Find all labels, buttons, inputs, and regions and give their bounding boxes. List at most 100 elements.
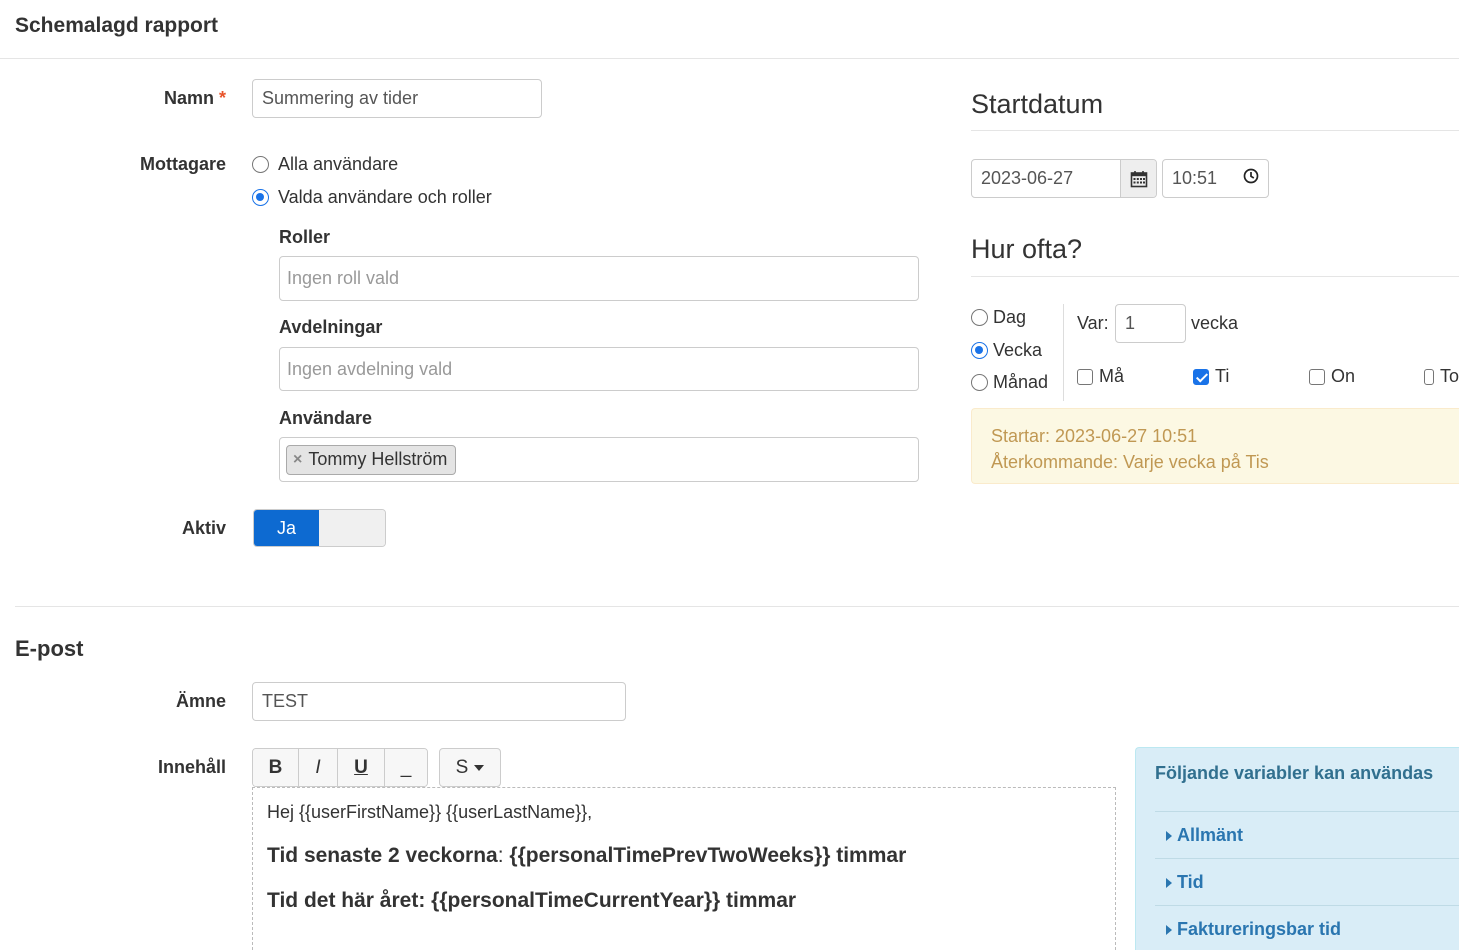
- frequency-divider: [971, 276, 1459, 277]
- weekday-wed[interactable]: On: [1309, 366, 1355, 387]
- freq-option-week[interactable]: Vecka: [971, 340, 1042, 361]
- format-toolbar: B I U _: [252, 748, 428, 787]
- variables-divider: [1155, 905, 1459, 906]
- strikethrough-button[interactable]: _: [385, 749, 427, 786]
- summary-recurring: Återkommande: Varje vecka på Tis: [991, 452, 1269, 472]
- variables-group-billable-label: Faktureringsbar tid: [1177, 919, 1342, 939]
- recipient-all-text: Alla användare: [278, 154, 399, 174]
- roles-label: Roller: [279, 227, 331, 247]
- start-time-input[interactable]: 10:51: [1162, 159, 1269, 198]
- weekday-thu-checkbox[interactable]: [1424, 368, 1434, 385]
- header-divider: [0, 58, 1459, 59]
- departments-placeholder: Ingen avdelning vald: [287, 358, 453, 379]
- variables-divider: [1155, 858, 1459, 859]
- recipient-selected-option[interactable]: Valda användare och roller: [252, 187, 492, 208]
- caret-down-icon: [474, 764, 485, 771]
- variables-title: Följande variabler kan användas: [1155, 763, 1434, 783]
- name-input[interactable]: Summering av tider: [252, 79, 542, 118]
- variables-group-time[interactable]: Tid: [1166, 872, 1204, 893]
- style-dropdown-button[interactable]: S: [439, 748, 501, 787]
- roles-placeholder: Ingen roll vald: [287, 268, 400, 288]
- freq-option-month[interactable]: Månad: [971, 372, 1048, 393]
- name-input-value: Summering av tider: [262, 88, 419, 108]
- freq-day-text: Dag: [993, 307, 1027, 327]
- roles-select[interactable]: Ingen roll vald: [279, 256, 919, 301]
- content-editor[interactable]: Hej {{userFirstName}} {{userLastName}}, …: [252, 787, 1116, 950]
- weekday-tue[interactable]: Ti: [1193, 366, 1229, 387]
- every-label: Var:: [1077, 313, 1109, 333]
- editor-line-2: Tid det här året: {{personalTimeCurrentY…: [267, 889, 797, 912]
- caret-right-icon: [1166, 877, 1172, 888]
- user-tag: × Tommy Hellström: [286, 444, 457, 475]
- frequency-separator: [1063, 304, 1064, 401]
- active-label: Aktiv: [181, 518, 226, 538]
- underline-button[interactable]: U: [338, 749, 385, 786]
- schedule-summary: Startar: 2023-06-27 10:51 Återkommande: …: [971, 408, 1459, 484]
- remove-tag-icon[interactable]: ×: [293, 451, 302, 469]
- freq-day-radio[interactable]: [971, 309, 988, 326]
- editor-line-1-value: {{personalTimePrevTwoWeeks}} timmar: [509, 844, 907, 867]
- user-tag-label: Tommy Hellström: [308, 449, 448, 469]
- variables-group-time-label: Tid: [1177, 872, 1204, 892]
- subject-value: TEST: [262, 691, 309, 711]
- subject-label: Ämne: [175, 691, 226, 711]
- summary-start: Startar: 2023-06-27 10:51: [991, 426, 1198, 446]
- weekday-tue-checkbox[interactable]: [1193, 368, 1209, 385]
- weekday-thu[interactable]: To: [1424, 366, 1459, 387]
- every-value: 1: [1125, 313, 1136, 333]
- weekday-wed-checkbox[interactable]: [1309, 368, 1325, 385]
- page-title: Schemalagd rapport: [15, 14, 219, 37]
- recipient-selected-radio[interactable]: [252, 189, 269, 206]
- section-divider: [15, 606, 1459, 607]
- freq-week-text: Vecka: [993, 340, 1043, 360]
- email-section-title: E-post: [15, 636, 84, 661]
- freq-month-text: Månad: [993, 372, 1049, 392]
- editor-line-1-colon: :: [497, 844, 504, 867]
- start-time-value: 10:51: [1172, 168, 1218, 188]
- caret-right-icon: [1166, 830, 1172, 841]
- users-label: Användare: [279, 408, 373, 428]
- subject-input[interactable]: TEST: [252, 682, 626, 721]
- recipient-all-option[interactable]: Alla användare: [252, 154, 398, 175]
- active-switch-on: Ja: [254, 510, 319, 546]
- departments-label: Avdelningar: [279, 317, 383, 337]
- editor-greeting: Hej {{userFirstName}} {{userLastName}},: [267, 802, 593, 822]
- active-switch[interactable]: Ja: [253, 509, 386, 547]
- every-unit: vecka: [1191, 313, 1239, 333]
- freq-week-radio[interactable]: [971, 342, 988, 359]
- departments-select[interactable]: Ingen avdelning vald: [279, 347, 919, 391]
- weekday-tue-text: Ti: [1215, 366, 1230, 386]
- weekday-wed-text: On: [1331, 366, 1356, 386]
- start-date-input[interactable]: 2023-06-27: [971, 159, 1157, 198]
- weekday-mon[interactable]: Må: [1077, 366, 1124, 387]
- variables-group-general-label: Allmänt: [1177, 825, 1244, 845]
- weekday-mon-text: Må: [1099, 366, 1125, 386]
- caret-right-icon: [1166, 924, 1172, 935]
- active-switch-off: [319, 510, 385, 546]
- italic-button[interactable]: I: [299, 749, 338, 786]
- bold-button[interactable]: B: [253, 749, 299, 786]
- weekday-mon-checkbox[interactable]: [1077, 368, 1093, 385]
- start-date-title: Startdatum: [971, 89, 1104, 119]
- freq-month-radio[interactable]: [971, 374, 988, 391]
- name-label: Namn *: [163, 88, 226, 108]
- variables-divider: [1155, 811, 1459, 812]
- editor-line-1-label: Tid senaste 2 veckorna: [267, 844, 498, 867]
- variables-group-billable[interactable]: Faktureringsbar tid: [1166, 919, 1341, 940]
- users-select[interactable]: × Tommy Hellström: [279, 437, 919, 482]
- clock-icon[interactable]: [1243, 168, 1259, 189]
- start-divider: [971, 130, 1459, 131]
- content-label: Innehåll: [157, 757, 226, 777]
- calendar-icon[interactable]: [1120, 160, 1156, 197]
- start-date-value: 2023-06-27: [981, 168, 1074, 188]
- variables-group-general[interactable]: Allmänt: [1166, 825, 1243, 846]
- recipients-label: Mottagare: [139, 154, 226, 174]
- frequency-title: Hur ofta?: [971, 234, 1083, 264]
- freq-option-day[interactable]: Dag: [971, 307, 1026, 328]
- every-input[interactable]: 1: [1115, 304, 1186, 343]
- recipient-selected-text: Valda användare och roller: [278, 187, 492, 207]
- editor-line-1: Tid senaste 2 veckorna: {{personalTimePr…: [267, 844, 1101, 868]
- recipient-all-radio[interactable]: [252, 156, 269, 173]
- variables-panel: Följande variabler kan användas Allmänt …: [1135, 747, 1459, 950]
- style-dropdown-label: S: [455, 756, 469, 778]
